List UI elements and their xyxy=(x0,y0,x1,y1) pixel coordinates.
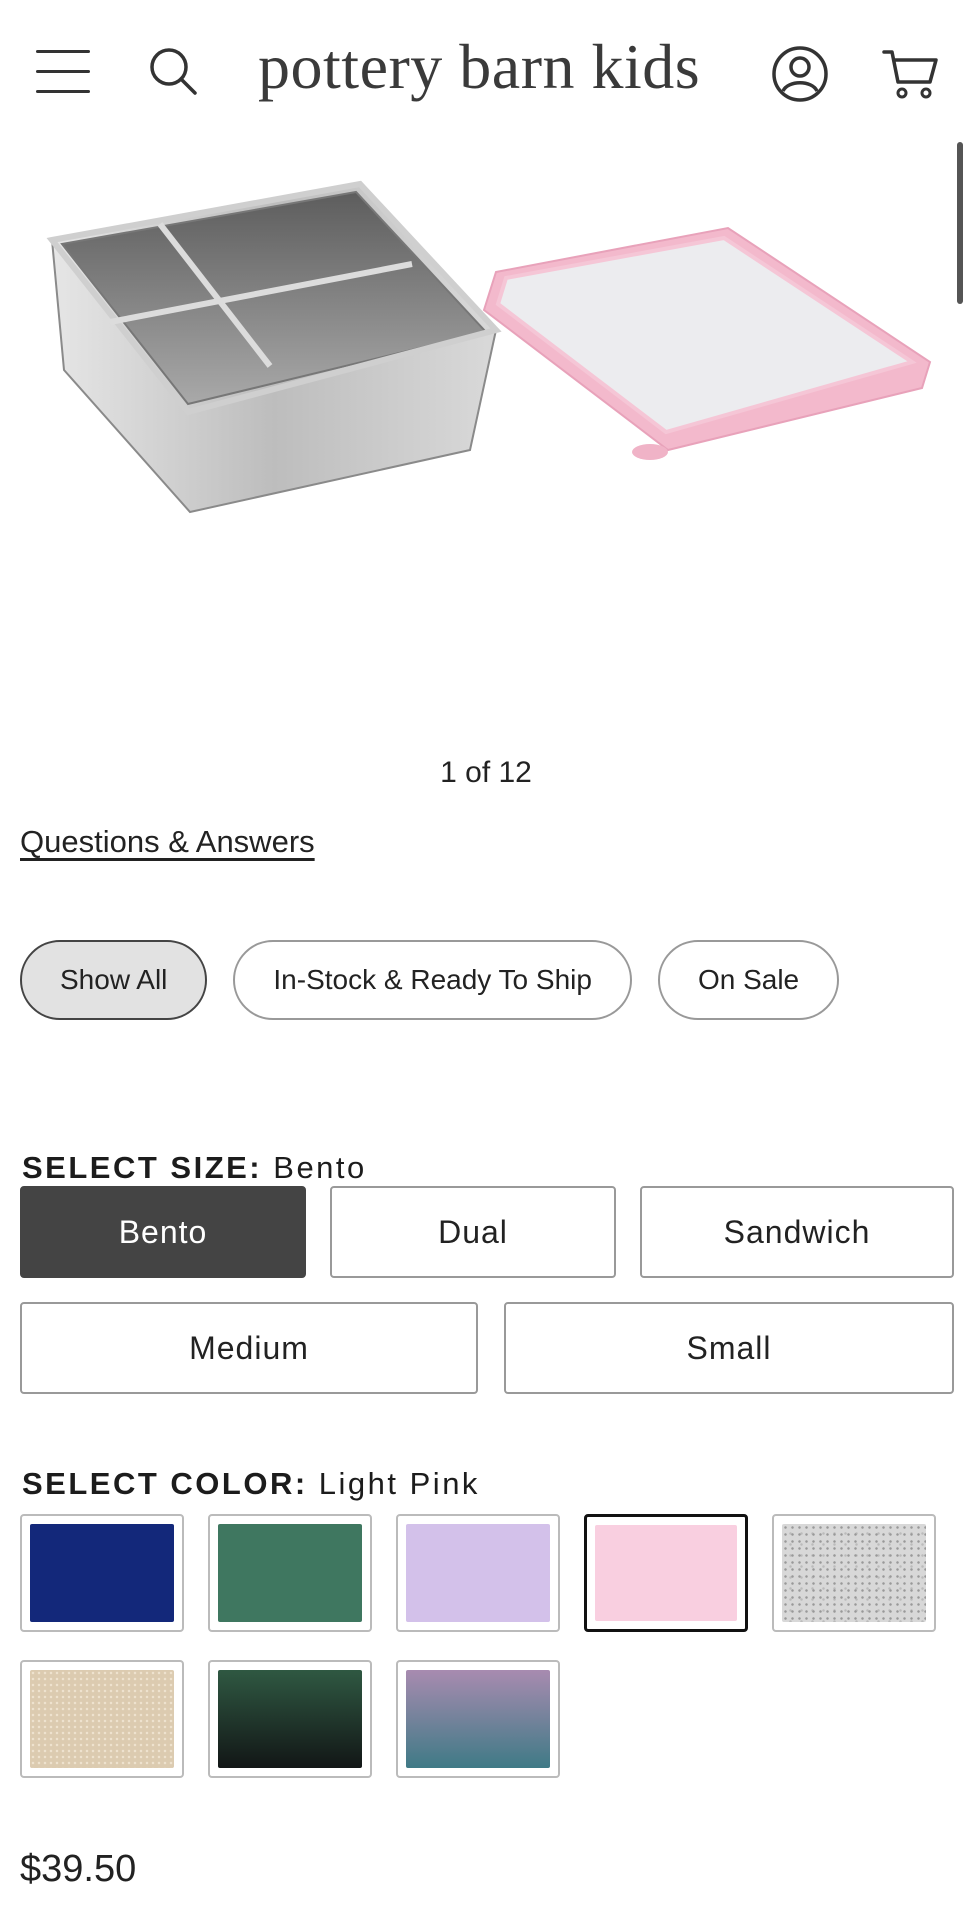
size-heading: SELECT SIZE: Bento xyxy=(22,1150,367,1186)
swatch-fill xyxy=(30,1670,174,1768)
swatch-fill xyxy=(30,1524,174,1622)
scrollbar[interactable] xyxy=(957,142,963,304)
brand-logo[interactable]: pottery barn kids xyxy=(258,30,700,104)
swatch-fill xyxy=(218,1524,362,1622)
color-heading: SELECT COLOR: Light Pink xyxy=(22,1466,480,1502)
swatch-fill xyxy=(406,1670,550,1768)
cart-icon[interactable] xyxy=(880,46,940,102)
header: pottery barn kids xyxy=(0,0,972,140)
swatch-gray-speckle[interactable] xyxy=(772,1514,936,1632)
swatch-purple-teal-ombre[interactable] xyxy=(396,1660,560,1778)
image-counter: 1 of 12 xyxy=(440,756,532,789)
product-image[interactable] xyxy=(0,140,972,720)
swatch-green[interactable] xyxy=(208,1514,372,1632)
account-icon[interactable] xyxy=(770,44,830,104)
menu-icon[interactable] xyxy=(36,50,92,98)
swatch-light-pink[interactable] xyxy=(584,1514,748,1632)
size-sandwich-button[interactable]: Sandwich xyxy=(640,1186,954,1278)
filter-in-stock[interactable]: In-Stock & Ready To Ship xyxy=(233,940,632,1020)
swatch-navy[interactable] xyxy=(20,1514,184,1632)
swatch-sand-glitter[interactable] xyxy=(20,1660,184,1778)
selected-size: Bento xyxy=(273,1150,367,1185)
filter-show-all[interactable]: Show All xyxy=(20,940,208,1020)
swatch-lavender[interactable] xyxy=(396,1514,560,1632)
size-bento-button[interactable]: Bento xyxy=(20,1186,306,1278)
product-price: $39.50 xyxy=(20,1848,137,1890)
swatch-fill xyxy=(406,1524,550,1622)
swatch-fill xyxy=(218,1670,362,1768)
swatch-green-ombre[interactable] xyxy=(208,1660,372,1778)
swatch-fill xyxy=(595,1525,737,1621)
questions-answers-link[interactable]: Questions & Answers xyxy=(20,824,315,860)
size-small-button[interactable]: Small xyxy=(504,1302,954,1394)
size-medium-button[interactable]: Medium xyxy=(20,1302,478,1394)
color-label: SELECT COLOR: xyxy=(22,1466,308,1501)
swatch-fill xyxy=(782,1524,926,1622)
size-label: SELECT SIZE: xyxy=(22,1150,263,1185)
filter-on-sale[interactable]: On Sale xyxy=(657,940,840,1020)
search-icon[interactable] xyxy=(146,44,202,100)
availability-filters: Show All In-Stock & Ready To Ship On Sal… xyxy=(20,940,840,1020)
selected-color: Light Pink xyxy=(318,1466,480,1501)
size-dual-button[interactable]: Dual xyxy=(330,1186,616,1278)
